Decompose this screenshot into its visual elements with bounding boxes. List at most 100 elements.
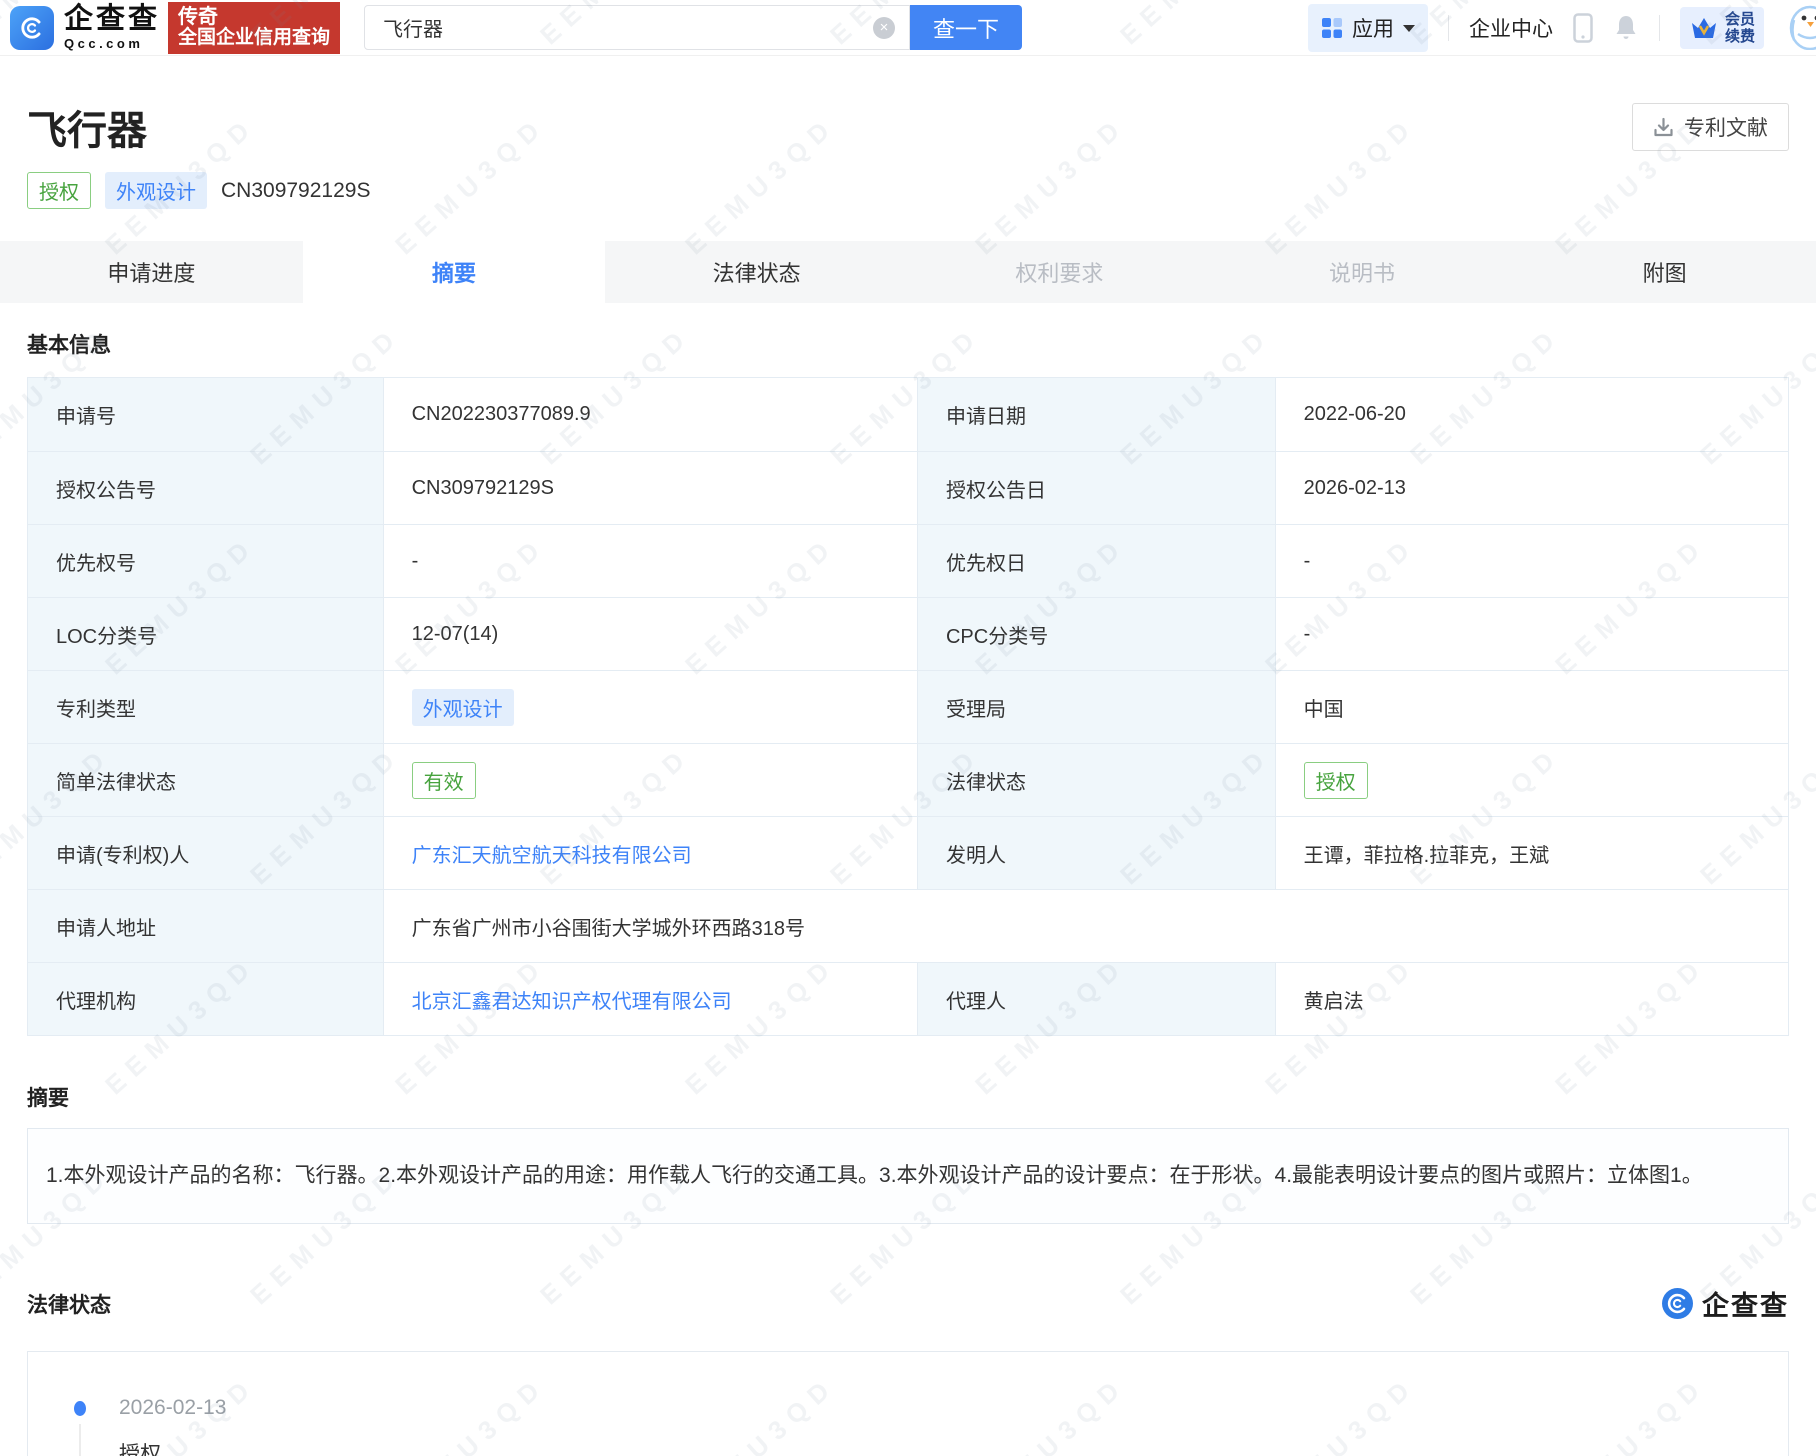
top-bar: 企查查 Qcc.com 传奇 全国企业信用查询 × 查一下 应用 企业中心 bbox=[0, 0, 1816, 56]
brand-domain: Qcc.com bbox=[64, 37, 160, 50]
status-tag[interactable]: 外观设计 bbox=[412, 689, 514, 726]
member-line2: 续费 bbox=[1725, 28, 1755, 45]
timeline-date: 2026-02-13 bbox=[119, 1396, 226, 1420]
field-status-tag-cell: 外观设计 bbox=[383, 671, 917, 743]
table-row: 申请人地址广东省广州市小谷围街大学城外环西路318号 bbox=[28, 889, 1788, 962]
qcc-mark-icon bbox=[1662, 1288, 1693, 1319]
timeline-status: 授权 bbox=[119, 1438, 226, 1456]
timeline-event: 2026-02-13 授权 bbox=[74, 1396, 1788, 1456]
tab-摘要[interactable]: 摘要 bbox=[303, 241, 606, 303]
field-label: 申请人地址 bbox=[28, 890, 383, 962]
field-value: 2022-06-20 bbox=[1275, 378, 1788, 451]
field-label: 发明人 bbox=[917, 817, 1275, 889]
tab-法律状态[interactable]: 法律状态 bbox=[605, 241, 908, 303]
tab-申请进度[interactable]: 申请进度 bbox=[0, 241, 303, 303]
apps-menu[interactable]: 应用 bbox=[1308, 4, 1428, 52]
member-line1: 会员 bbox=[1725, 11, 1755, 28]
basic-info-table: 申请号CN202230377089.9申请日期2022-06-20授权公告号CN… bbox=[27, 377, 1789, 1036]
search-bar: × 查一下 bbox=[364, 5, 1022, 50]
field-label: 简单法律状态 bbox=[28, 744, 383, 816]
field-link[interactable]: 北京汇鑫君达知识产权代理有限公司 bbox=[383, 963, 917, 1035]
field-value: 广东省广州市小谷围街大学城外环西路318号 bbox=[383, 890, 1788, 962]
qcc-watermark-logo: 企查查 bbox=[1662, 1284, 1789, 1323]
qcc-mark-label: 企查查 bbox=[1702, 1284, 1789, 1323]
field-value: 中国 bbox=[1275, 671, 1788, 743]
field-label: 申请号 bbox=[28, 378, 383, 451]
promo-line1: 传奇 bbox=[178, 6, 330, 28]
tab-权利要求: 权利要求 bbox=[908, 241, 1211, 303]
field-label: 法律状态 bbox=[917, 744, 1275, 816]
field-value: 2026-02-13 bbox=[1275, 452, 1788, 524]
field-value: - bbox=[383, 525, 917, 597]
field-value: 黄启法 bbox=[1275, 963, 1788, 1035]
patent-detail-page: 飞行器 专利文献 授权 外观设计 CN309792129S 申请进度摘要法律状态… bbox=[0, 98, 1816, 1456]
timeline-rail bbox=[79, 1424, 81, 1456]
tab-附图[interactable]: 附图 bbox=[1513, 241, 1816, 303]
table-row: 申请(专利权)人广东汇天航空航天科技有限公司发明人王谭，菲拉格.拉菲克，王斌 bbox=[28, 816, 1788, 889]
patent-literature-button[interactable]: 专利文献 bbox=[1632, 103, 1789, 151]
tab-bar: 申请进度摘要法律状态权利要求说明书附图 bbox=[0, 241, 1816, 303]
abstract-text: 1.本外观设计产品的名称：飞行器。2.本外观设计产品的用途：用作载人飞行的交通工… bbox=[27, 1128, 1789, 1224]
publication-number: CN309792129S bbox=[221, 179, 370, 203]
field-value: CN202230377089.9 bbox=[383, 378, 917, 451]
field-label: 优先权号 bbox=[28, 525, 383, 597]
top-nav: 应用 企业中心 会员 续费 bbox=[1308, 0, 1816, 55]
divider bbox=[1659, 15, 1660, 41]
field-label: 申请(专利权)人 bbox=[28, 817, 383, 889]
chevron-down-icon bbox=[1403, 25, 1415, 32]
apps-label: 应用 bbox=[1352, 13, 1394, 43]
promo-banner: 传奇 全国企业信用查询 bbox=[168, 2, 340, 54]
field-status-tag-cell: 有效 bbox=[383, 744, 917, 816]
table-row: 优先权号-优先权日- bbox=[28, 524, 1788, 597]
mobile-app-icon[interactable] bbox=[1573, 13, 1593, 43]
field-label: 专利类型 bbox=[28, 671, 383, 743]
field-label: 代理机构 bbox=[28, 963, 383, 1035]
table-row: 授权公告号CN309792129S授权公告日2026-02-13 bbox=[28, 451, 1788, 524]
field-link[interactable]: 广东汇天航空航天科技有限公司 bbox=[383, 817, 917, 889]
field-label: CPC分类号 bbox=[917, 598, 1275, 670]
field-value: CN309792129S bbox=[383, 452, 917, 524]
divider bbox=[1448, 15, 1449, 41]
grant-status-badge: 授权 bbox=[27, 172, 91, 209]
field-label: 优先权日 bbox=[917, 525, 1275, 597]
grid-icon bbox=[1321, 17, 1343, 39]
crown-icon bbox=[1689, 15, 1719, 41]
patent-literature-label: 专利文献 bbox=[1684, 112, 1768, 142]
page-title: 飞行器 bbox=[27, 98, 147, 156]
table-row: 代理机构北京汇鑫君达知识产权代理有限公司代理人黄启法 bbox=[28, 962, 1788, 1035]
field-value: - bbox=[1275, 525, 1788, 597]
field-label: 授权公告号 bbox=[28, 452, 383, 524]
field-value: - bbox=[1275, 598, 1788, 670]
table-row: 专利类型外观设计 受理局中国 bbox=[28, 670, 1788, 743]
field-label: 受理局 bbox=[917, 671, 1275, 743]
qcc-logo[interactable]: 企查查 Qcc.com bbox=[10, 5, 160, 50]
legal-status-heading: 法律状态 bbox=[27, 1289, 111, 1319]
table-row: LOC分类号12-07(14)CPC分类号- bbox=[28, 597, 1788, 670]
field-status-tag-cell: 授权 bbox=[1275, 744, 1788, 816]
field-label: 授权公告日 bbox=[917, 452, 1275, 524]
mascot-penguin-icon bbox=[1784, 0, 1816, 55]
status-tag: 有效 bbox=[412, 762, 476, 799]
legal-status-timeline: 2026-02-13 授权 bbox=[27, 1351, 1789, 1456]
search-input[interactable] bbox=[365, 6, 909, 49]
qcc-logo-icon bbox=[10, 6, 54, 50]
notifications-bell-icon[interactable] bbox=[1613, 14, 1639, 42]
tab-说明书: 说明书 bbox=[1211, 241, 1514, 303]
field-value: 王谭，菲拉格.拉菲克，王斌 bbox=[1275, 817, 1788, 889]
member-renew-button[interactable]: 会员 续费 bbox=[1680, 7, 1764, 49]
status-tag: 授权 bbox=[1304, 762, 1368, 799]
table-row: 简单法律状态有效 法律状态授权 bbox=[28, 743, 1788, 816]
table-row: 申请号CN202230377089.9申请日期2022-06-20 bbox=[28, 378, 1788, 451]
abstract-heading: 摘要 bbox=[27, 1082, 1789, 1112]
enterprise-center-link[interactable]: 企业中心 bbox=[1469, 13, 1553, 43]
download-icon bbox=[1653, 117, 1674, 138]
basic-info-heading: 基本信息 bbox=[27, 329, 1789, 359]
field-label: LOC分类号 bbox=[28, 598, 383, 670]
search-button[interactable]: 查一下 bbox=[910, 5, 1022, 50]
field-label: 代理人 bbox=[917, 963, 1275, 1035]
field-value: 12-07(14) bbox=[383, 598, 917, 670]
field-label: 申请日期 bbox=[917, 378, 1275, 451]
patent-type-badge[interactable]: 外观设计 bbox=[105, 172, 207, 209]
promo-line2: 全国企业信用查询 bbox=[178, 28, 330, 49]
clear-search-icon[interactable]: × bbox=[873, 17, 895, 39]
